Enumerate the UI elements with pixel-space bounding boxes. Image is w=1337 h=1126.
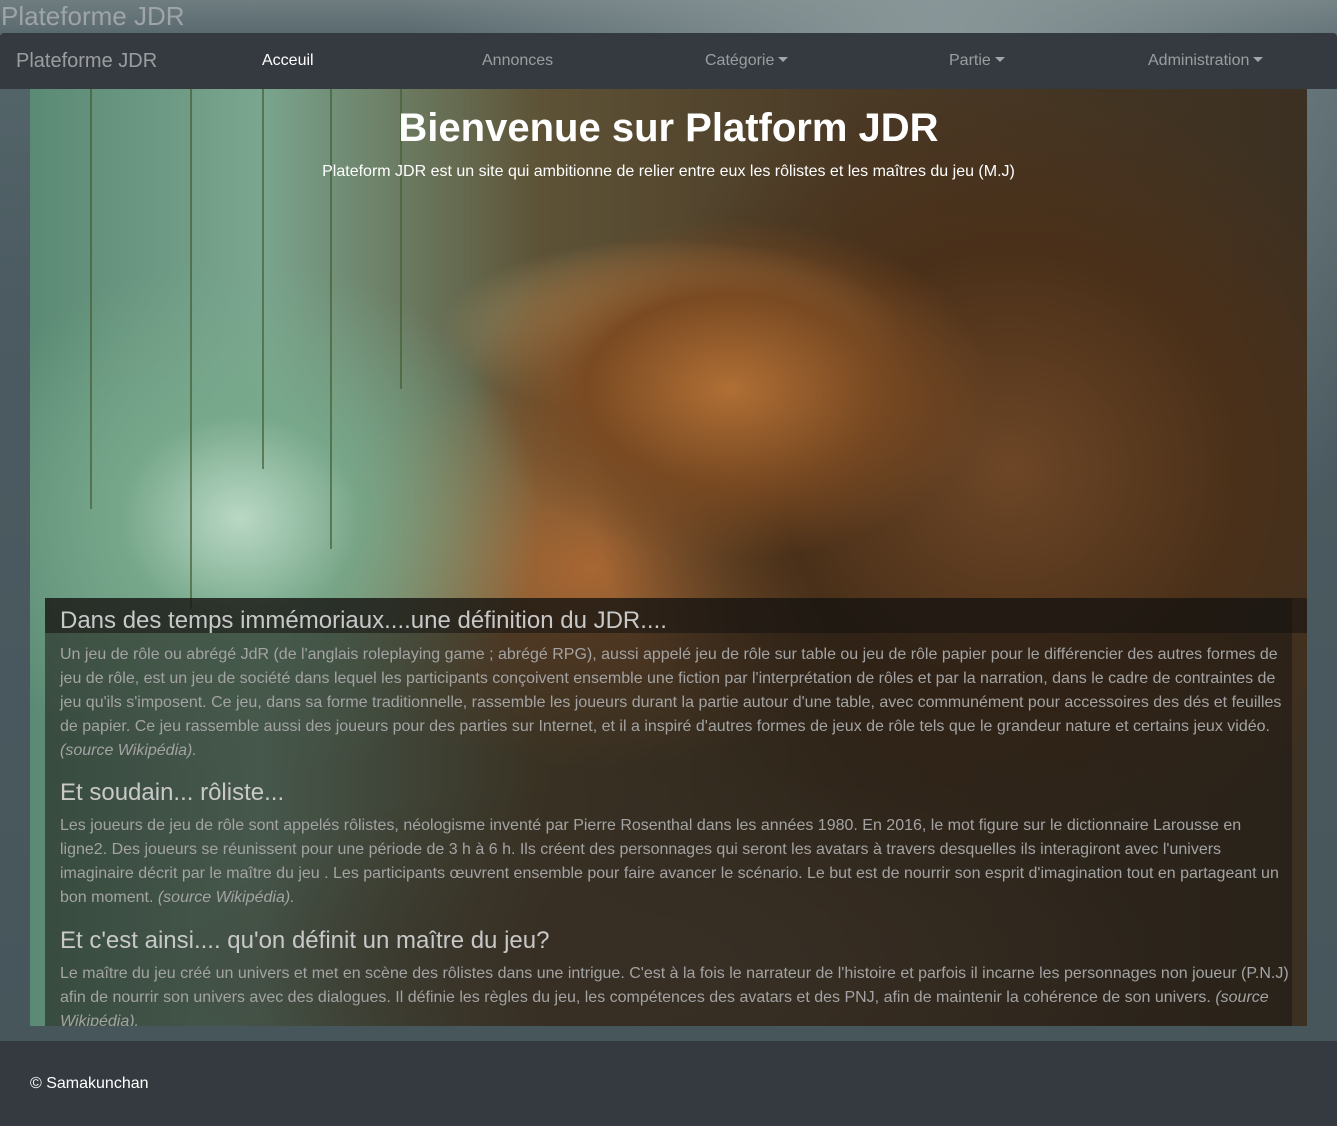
nav-item-label: Annonces (482, 52, 554, 69)
nav-dropdown-partie[interactable]: Partie (949, 51, 1005, 71)
navbar-brand[interactable]: Plateforme JDR (16, 49, 157, 73)
caret-down-icon (1253, 57, 1264, 62)
caret-down-icon (994, 57, 1005, 62)
content-panel: Dans des temps immémoriaux....une défini… (45, 598, 1307, 1026)
hero-subtitle: Plateform JDR est un site qui ambitionne… (322, 163, 1015, 180)
section-heading: Et c'est ainsi.... qu'on définit un maît… (60, 927, 550, 954)
vine-decoration (330, 89, 332, 549)
section-text: Les joueurs de jeu de rôle sont appelés … (60, 817, 1279, 906)
nav-item-acceuil[interactable]: Acceuil (262, 51, 314, 71)
caret-down-icon (778, 57, 789, 62)
nav-dropdown-categorie[interactable]: Catégorie (705, 51, 789, 71)
section-heading: Dans des temps immémoriaux....une défini… (60, 607, 667, 634)
navbar: Plateforme JDR Acceuil Annonces Catégori… (0, 33, 1337, 89)
source-citation: (source Wikipédia). (60, 742, 197, 759)
section-roliste: Et soudain... rôliste... Les joueurs de … (60, 778, 1290, 910)
section-text: Un jeu de rôle ou abrégé JdR (de l'angla… (60, 646, 1282, 759)
nav-item-label: Administration (1148, 52, 1250, 69)
nav-dropdown-administration[interactable]: Administration (1148, 51, 1264, 71)
nav-item-label: Partie (949, 52, 991, 69)
source-citation: (source Wikipédia). (157, 889, 295, 906)
nav-item-label: Catégorie (705, 52, 775, 69)
section-text: Le maître du jeu créé un univers et met … (60, 962, 1290, 1026)
section-maitre-du-jeu: Et c'est ainsi.... qu'on définit un maît… (60, 926, 1290, 1026)
hero-title: Bienvenue sur Platform JDR (398, 106, 939, 150)
section-heading: Et soudain... rôliste... (60, 779, 285, 806)
nav-item-annonces[interactable]: Annonces (482, 51, 553, 71)
footer: © Samakunchan (0, 1041, 1337, 1126)
section-definition: Dans des temps immémoriaux....une défini… (60, 606, 1290, 763)
site-title: Plateforme JDR (1, 1, 185, 31)
nav-item-label: Acceuil (262, 52, 314, 69)
copyright-text: © Samakunchan (30, 1075, 149, 1092)
hero-section: Bienvenue sur Platform JDR Plateform JDR… (30, 89, 1307, 1026)
